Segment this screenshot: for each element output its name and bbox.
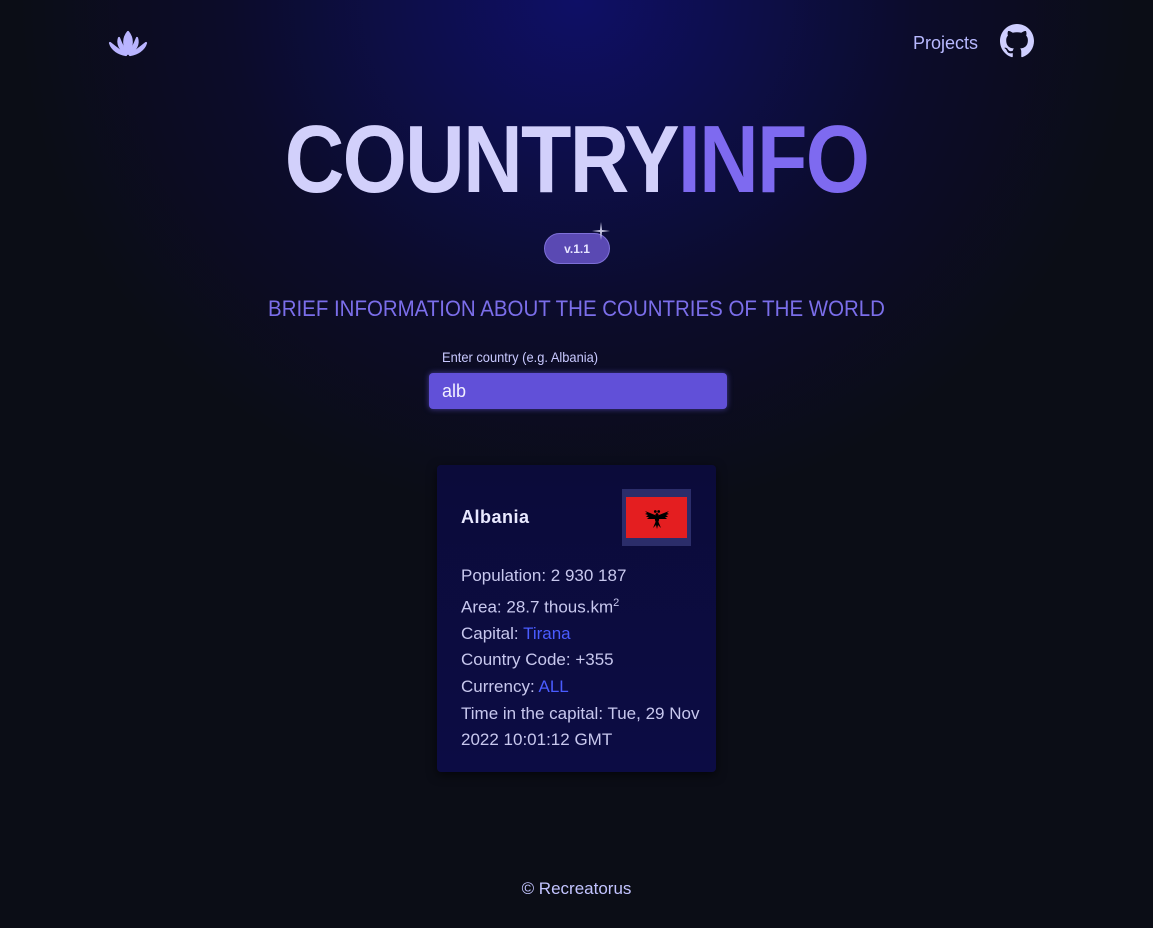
population-row: Population: 2 930 187 xyxy=(461,566,627,585)
country-name: Albania xyxy=(461,507,530,527)
currency-row: Currency: ALL xyxy=(461,677,569,697)
footer-copyright: © Recreatorus xyxy=(521,879,632,898)
population-value: 2 930 187 xyxy=(550,566,627,585)
area-value: 28.7 thous.km xyxy=(506,597,614,617)
lotus-icon[interactable] xyxy=(107,29,149,59)
github-icon[interactable] xyxy=(1000,24,1034,58)
country-input-wrapper xyxy=(429,373,727,409)
albania-flag-icon xyxy=(626,497,687,538)
capital-link[interactable]: Tirana xyxy=(523,624,571,643)
country-code-value: +355 xyxy=(575,650,614,670)
title-part-info: INFO xyxy=(677,106,870,213)
country-input-label: Enter country (e.g. Albania) xyxy=(442,349,599,365)
flag-frame xyxy=(622,489,691,546)
currency-link[interactable]: ALL xyxy=(538,677,568,696)
country-info: Population: 2 930 187 Area: 28.7 thous.k… xyxy=(461,563,706,754)
sparkle-icon xyxy=(592,222,610,240)
capital-time-row: Time in the capital: Tue, 29 Nov 2022 10… xyxy=(461,703,700,750)
eagle-icon xyxy=(644,509,669,529)
capital-row: Capital: Tirana xyxy=(461,623,571,643)
page-title: COUNTRYINFO xyxy=(81,108,1073,212)
country-code-row: Country Code: +355 xyxy=(461,650,614,670)
title-part-country: COUNTRY xyxy=(284,106,680,213)
country-input[interactable] xyxy=(429,373,727,409)
area-row: Area: 28.7 thous.km2 xyxy=(461,596,620,617)
country-card: Albania Population: 2 930 187 Area: 28.7… xyxy=(437,465,716,772)
nav-projects-link[interactable]: Projects xyxy=(913,33,978,54)
page-subtitle: BRIEF INFORMATION ABOUT THE COUNTRIES OF… xyxy=(268,296,885,321)
